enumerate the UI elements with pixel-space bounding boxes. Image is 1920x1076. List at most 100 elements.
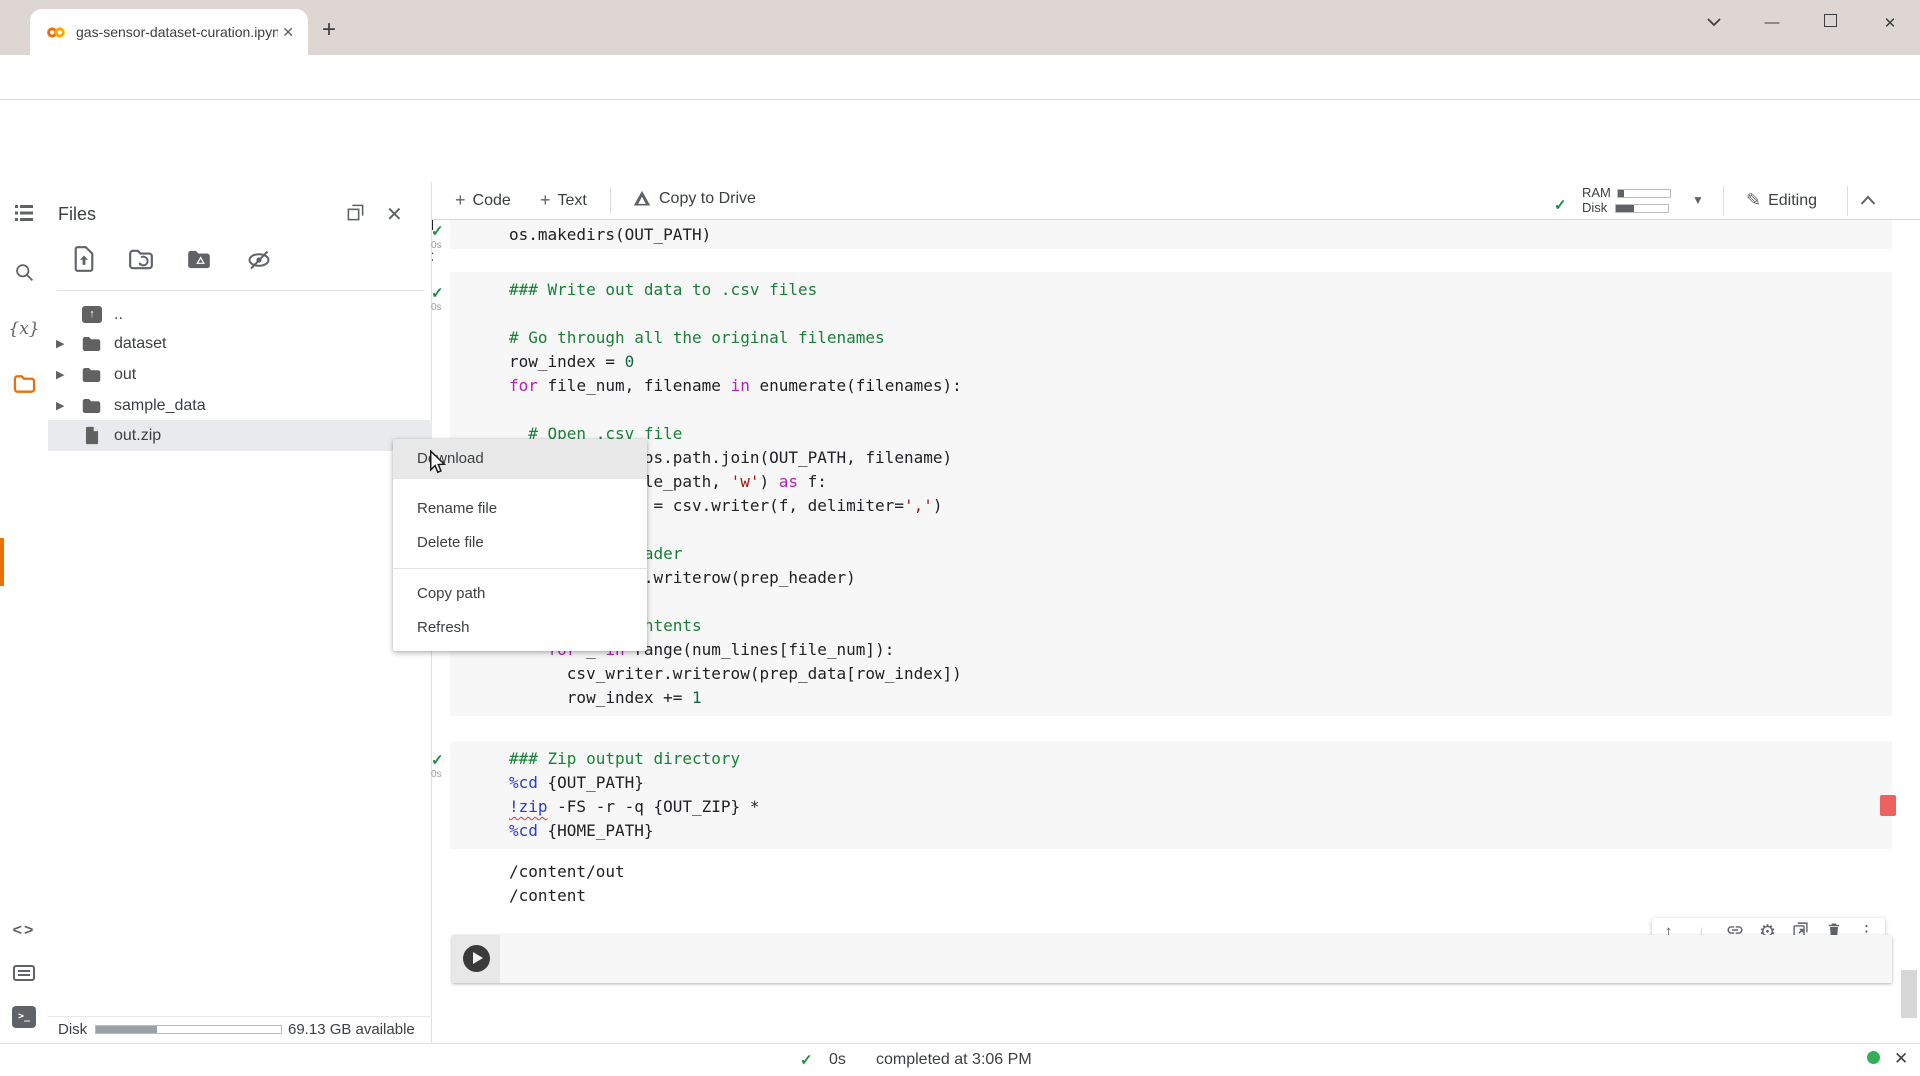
- context-menu-rename[interactable]: Rename file: [393, 492, 647, 526]
- code-line: [509, 302, 1892, 326]
- cell-success-icon: ✓: [431, 222, 444, 240]
- notebook-scrollbar[interactable]: [1901, 970, 1917, 1018]
- close-window-button[interactable]: ✕: [1876, 14, 1904, 32]
- cell-gutter: [452, 935, 500, 983]
- code-line: ### Write out data to .csv files: [509, 278, 1892, 302]
- cell-exec-time: 0s: [431, 769, 442, 780]
- cell-exec-time: 0s: [431, 302, 442, 313]
- files-icon[interactable]: [0, 374, 48, 399]
- tab-title: gas-sensor-dataset-curation.ipyn: [76, 24, 278, 40]
- tree-item-sample-data[interactable]: ▶ sample_data: [48, 390, 432, 421]
- plus-icon: +: [455, 190, 466, 211]
- code-snippets-icon[interactable]: <>: [0, 922, 48, 940]
- terminal-icon[interactable]: >_: [0, 1006, 48, 1028]
- file-context-menu: Download Rename file Delete file Copy pa…: [393, 439, 647, 651]
- new-tab-button[interactable]: +: [322, 18, 336, 42]
- code-line: [509, 518, 1892, 542]
- minimize-button[interactable]: —: [1758, 14, 1786, 31]
- code-line: for file_num, filename in enumerate(file…: [509, 374, 1892, 398]
- notebook-content: ✓ 0s [12] os.makedirs(OUT_PATH) ✓ 0s [13…: [433, 220, 1920, 1043]
- code-line: !zip -FS -r -q {OUT_ZIP} *: [509, 795, 1892, 819]
- command-palette-icon[interactable]: [0, 965, 48, 986]
- search-icon[interactable]: [0, 262, 48, 288]
- cell-exec-time: 0s: [431, 240, 442, 251]
- ram-disk-indicator[interactable]: RAM Disk: [1582, 186, 1671, 215]
- maximize-button[interactable]: [1816, 14, 1844, 31]
- notebook-toolbar: +Code +Text Copy to Drive ✓ RAM Disk ▼ ✎…: [432, 182, 1920, 220]
- active-panel-indicator: [0, 538, 4, 586]
- expand-caret-icon[interactable]: ▶: [56, 337, 64, 350]
- hidden-files-eye-icon[interactable]: [246, 248, 272, 277]
- close-panel-icon[interactable]: ✕: [386, 202, 403, 227]
- status-indicator-dot: [1867, 1051, 1880, 1064]
- expand-caret-icon[interactable]: ▶: [56, 368, 64, 381]
- folder-icon: [81, 335, 102, 353]
- code-editor[interactable]: os.makedirs(OUT_PATH): [450, 220, 1892, 249]
- code-editor[interactable]: ### Zip output directory%cd {OUT_PATH}!z…: [450, 741, 1892, 849]
- context-menu-refresh[interactable]: Refresh: [393, 611, 647, 645]
- code-editor[interactable]: ### Write out data to .csv files # Go th…: [450, 272, 1892, 716]
- status-exec-time: 0s: [829, 1051, 846, 1069]
- tree-item-out-zip[interactable]: out.zip: [48, 420, 432, 451]
- code-line: # Write contents: [509, 614, 1892, 638]
- colab-header: gas-sensor-dataset-curation.ipynb File E…: [0, 100, 1920, 182]
- variables-icon[interactable]: {x}: [0, 319, 48, 339]
- run-cell-button[interactable]: [463, 945, 490, 972]
- copy-to-drive-button[interactable]: Copy to Drive: [632, 190, 756, 208]
- code-line: [509, 398, 1892, 422]
- toolbar-divider: [1847, 186, 1848, 216]
- empty-code-cell[interactable]: [452, 935, 1892, 983]
- code-line: %cd {HOME_PATH}: [509, 819, 1892, 843]
- toolbar-divider: [1723, 186, 1724, 216]
- connected-check-icon: ✓: [1554, 196, 1567, 214]
- drive-icon: [632, 190, 652, 208]
- search-tabs-icon[interactable]: [1700, 14, 1728, 31]
- panel-divider: [57, 290, 425, 291]
- files-panel-title: Files: [58, 204, 96, 225]
- browser-tab[interactable]: gas-sensor-dataset-curation.ipyn ✕: [30, 9, 308, 55]
- context-menu-delete[interactable]: Delete file: [393, 526, 647, 560]
- code-line: # Write header: [509, 542, 1892, 566]
- disk-usage-meter: [95, 1025, 282, 1034]
- code-line: file_path = os.path.join(OUT_PATH, filen…: [509, 446, 1892, 470]
- execution-status-bar: ✓ 0s completed at 3:06 PM ✕: [0, 1043, 1920, 1076]
- table-of-contents-icon[interactable]: [0, 204, 48, 227]
- tab-close-icon[interactable]: ✕: [278, 24, 298, 41]
- editing-mode-button[interactable]: ✎Editing: [1746, 190, 1817, 211]
- mount-drive-icon[interactable]: [186, 248, 212, 276]
- code-input-area[interactable]: [500, 935, 1892, 983]
- disk-label: Disk: [58, 1021, 87, 1038]
- code-line: with open(file_path, 'w') as f:: [509, 470, 1892, 494]
- expand-caret-icon[interactable]: ▶: [56, 399, 64, 412]
- colab-favicon: [46, 26, 66, 39]
- tree-item-out[interactable]: ▶ out: [48, 359, 432, 390]
- add-text-button[interactable]: +Text: [540, 190, 587, 211]
- code-line: %cd {OUT_PATH}: [509, 771, 1892, 795]
- colab-window: gas-sensor-dataset-curation.ipyn ✕ + — ✕…: [0, 0, 1920, 1076]
- left-rail: {x} <> >_: [0, 182, 48, 1043]
- code-line: row_index += 1: [509, 686, 1892, 710]
- popout-panel-icon[interactable]: [346, 203, 365, 227]
- disk-available-text: 69.13 GB available: [288, 1021, 415, 1038]
- context-menu-download[interactable]: Download: [393, 439, 647, 478]
- refresh-folder-icon[interactable]: [128, 248, 154, 276]
- tree-item-parent-dir[interactable]: ↑ ..: [48, 299, 432, 330]
- file-icon: [84, 426, 100, 445]
- add-code-button[interactable]: +Code: [455, 190, 511, 211]
- status-success-icon: ✓: [800, 1051, 813, 1069]
- disk-meter: [1615, 204, 1669, 213]
- folder-icon: [81, 397, 102, 415]
- code-line: ### Zip output directory: [509, 747, 1892, 771]
- tree-item-dataset[interactable]: ▶ dataset: [48, 328, 432, 359]
- collapse-header-icon[interactable]: [1860, 192, 1876, 210]
- up-directory-icon: ↑: [82, 306, 102, 323]
- upload-file-icon[interactable]: [72, 246, 96, 277]
- code-line: csv_writer.writerow(prep_data[row_index]…: [509, 662, 1892, 686]
- code-line: csv_writer.writerow(prep_header): [509, 566, 1892, 590]
- error-marker: [1880, 795, 1896, 816]
- context-menu-copy-path[interactable]: Copy path: [393, 577, 647, 611]
- folder-icon: [81, 366, 102, 384]
- code-line: os.makedirs(OUT_PATH): [509, 222, 1892, 246]
- close-status-icon[interactable]: ✕: [1894, 1049, 1908, 1069]
- resources-dropdown-icon[interactable]: ▼: [1692, 193, 1704, 207]
